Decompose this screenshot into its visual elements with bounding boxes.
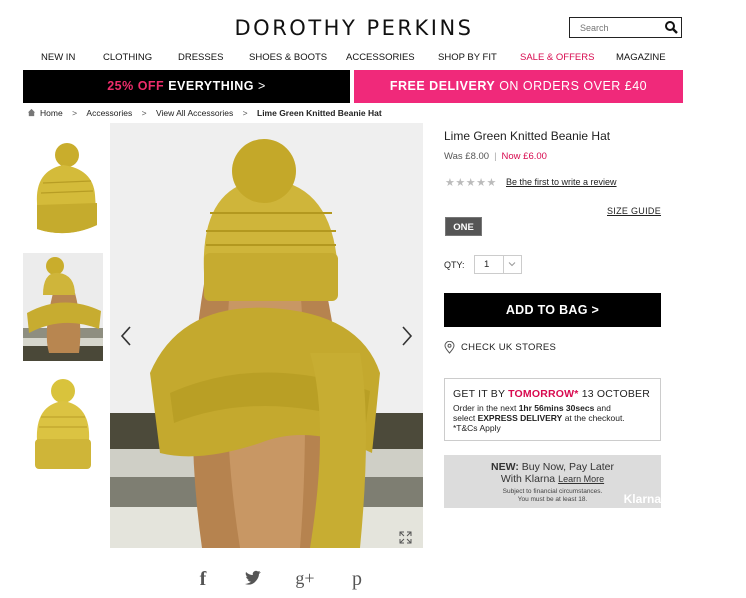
- delivery-checkout-text: at the checkout.: [564, 413, 625, 423]
- klarna-learn-more-link[interactable]: Learn More: [558, 474, 604, 484]
- nav-item-shop-by-fit[interactable]: SHOP BY FIT: [438, 52, 497, 63]
- klarna-logo: Klarna: [623, 492, 661, 506]
- check-stores-label: CHECK UK STORES: [461, 342, 557, 353]
- quantity-label: QTY:: [444, 260, 465, 270]
- breadcrumb-accessories[interactable]: Accessories: [86, 108, 132, 118]
- thumbnail-hat-alt[interactable]: [23, 373, 103, 481]
- delivery-countdown-line: Order in the next 1hr 56mins 30secs and: [453, 403, 652, 413]
- klarna-with: With Klarna: [500, 473, 556, 485]
- breadcrumb-separator: >: [72, 107, 78, 118]
- quantity-divider: [503, 256, 504, 273]
- promo-delivery-bold: FREE DELIVERY: [389, 79, 496, 93]
- delivery-order-text: Order in the next: [453, 403, 517, 413]
- quantity-select[interactable]: 1: [474, 255, 522, 274]
- size-option-one[interactable]: ONE: [445, 217, 482, 236]
- nav-item-magazine[interactable]: MAGAZINE: [616, 52, 666, 63]
- breadcrumb-separator: >: [242, 107, 248, 118]
- price-divider: |: [494, 151, 497, 162]
- promo-delivery-text: ON ORDERS OVER £40: [499, 79, 648, 93]
- klarna-banner[interactable]: NEW: Buy Now, Pay Later With Klarna Lear…: [444, 455, 661, 508]
- delivery-headline: GET IT BY TOMORROW* 13 OCTOBER: [453, 388, 652, 400]
- quantity-value: 1: [484, 259, 490, 270]
- breadcrumb-current: Lime Green Knitted Beanie Hat: [257, 107, 382, 118]
- product-title: Lime Green Knitted Beanie Hat: [444, 129, 611, 143]
- breadcrumb: Home > Accessories > View All Accessorie…: [27, 107, 382, 119]
- delivery-countdown: 1hr 56mins 30secs: [518, 403, 595, 413]
- location-pin-icon: [444, 341, 455, 354]
- facebook-icon[interactable]: f: [193, 568, 213, 590]
- pinterest-icon[interactable]: p: [347, 568, 367, 590]
- delivery-get-it: GET IT BY: [453, 388, 505, 400]
- delivery-select-text: select: [453, 413, 476, 423]
- delivery-info-box: GET IT BY TOMORROW* 13 OCTOBER Order in …: [444, 378, 661, 441]
- main-product-image[interactable]: [110, 123, 423, 548]
- delivery-tc-link[interactable]: *T&Cs Apply: [453, 423, 652, 433]
- chevron-down-icon: [508, 262, 516, 267]
- promo-discount-arrow: >: [257, 79, 266, 93]
- main-nav: NEW IN CLOTHING DRESSES SHOES & BOOTS AC…: [23, 52, 683, 66]
- brand-logo[interactable]: DOROTHY PERKINS: [221, 16, 487, 40]
- add-to-bag-button[interactable]: ADD TO BAG >: [444, 293, 661, 327]
- previous-image-arrow[interactable]: [119, 325, 133, 347]
- klarna-line-1: NEW: Buy Now, Pay Later: [444, 461, 661, 473]
- thumbnail-hat-front[interactable]: [23, 133, 103, 241]
- delivery-date: 13 OCTOBER: [581, 388, 651, 400]
- breadcrumb-home[interactable]: Home: [40, 108, 63, 118]
- promo-discount-highlight: 25% OFF: [107, 79, 165, 93]
- nav-item-clothing[interactable]: CLOTHING: [103, 52, 152, 63]
- klarna-line-2: With Klarna Learn More: [444, 473, 661, 485]
- search-icon[interactable]: [664, 20, 678, 34]
- nav-item-shoes-boots[interactable]: SHOES & BOOTS: [249, 52, 327, 63]
- nav-item-dresses[interactable]: DRESSES: [178, 52, 223, 63]
- write-review-link[interactable]: Be the first to write a review: [506, 177, 617, 187]
- rating-stars: ★★★★★: [445, 177, 497, 189]
- next-image-arrow[interactable]: [400, 325, 414, 347]
- promo-discount-text: EVERYTHING: [168, 79, 254, 93]
- breadcrumb-view-all-accessories[interactable]: View All Accessories: [156, 108, 233, 118]
- now-price: Now £6.00: [501, 151, 547, 162]
- delivery-express: EXPRESS DELIVERY: [477, 413, 563, 423]
- size-guide-link[interactable]: SIZE GUIDE: [607, 206, 661, 216]
- home-icon: [27, 109, 36, 117]
- search-input[interactable]: [570, 18, 660, 38]
- nav-item-sale-offers[interactable]: SALE & OFFERS: [520, 52, 594, 63]
- promo-banner-delivery[interactable]: FREE DELIVERY ON ORDERS OVER £40: [354, 70, 683, 103]
- delivery-and-text: and: [596, 403, 611, 413]
- promo-banner-discount[interactable]: 25% OFF EVERYTHING >: [23, 70, 350, 103]
- google-plus-icon[interactable]: g+: [292, 568, 318, 590]
- check-stores-link[interactable]: CHECK UK STORES: [444, 341, 556, 354]
- klarna-buy-now: Buy Now, Pay Later: [521, 461, 614, 473]
- breadcrumb-separator: >: [141, 107, 147, 118]
- delivery-tomorrow: TOMORROW*: [508, 388, 579, 400]
- twitter-icon[interactable]: [243, 568, 263, 590]
- klarna-new: NEW:: [491, 461, 519, 473]
- nav-item-new-in[interactable]: NEW IN: [41, 52, 75, 63]
- was-price: Was £8.00: [444, 151, 490, 162]
- delivery-express-line: select EXPRESS DELIVERY at the checkout.: [453, 413, 652, 423]
- search-box: [569, 17, 682, 38]
- nav-item-accessories[interactable]: ACCESSORIES: [346, 52, 415, 63]
- thumbnail-model-back[interactable]: [23, 253, 103, 361]
- price-block: Was £8.00 | Now £6.00: [444, 151, 547, 162]
- expand-icon[interactable]: [399, 531, 412, 544]
